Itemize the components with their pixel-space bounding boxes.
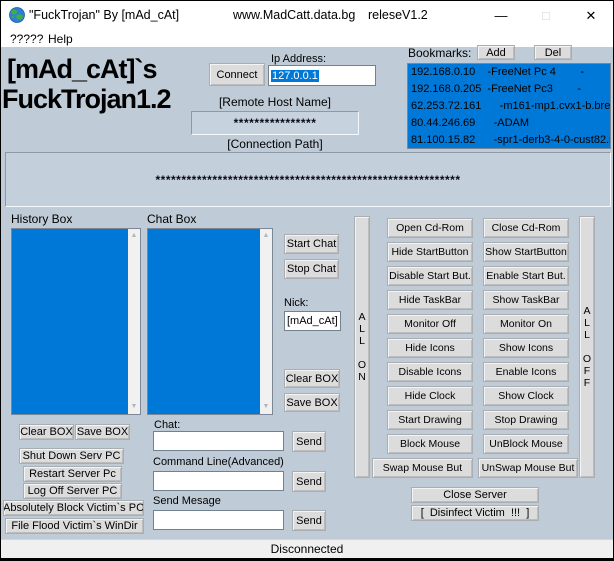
minimize-button[interactable]: — xyxy=(486,1,516,30)
title-bar: "FuckTrojan" By [mAd_cAt] www.MadCatt.da… xyxy=(1,1,613,30)
hide-clock-button[interactable]: Hide Clock xyxy=(387,386,473,406)
scroll-up-icon[interactable]: ▲ xyxy=(260,229,272,243)
show-clock-button[interactable]: Show Clock xyxy=(483,386,569,406)
window-title-url: www.MadCatt.data.bg xyxy=(233,8,355,22)
block-mouse-button[interactable]: Block Mouse xyxy=(387,434,473,454)
connection-path-value: ****************************************… xyxy=(155,173,460,187)
chat-send-button[interactable]: Send xyxy=(292,431,326,452)
swap-mouse-button[interactable]: Swap Mouse But xyxy=(372,458,473,478)
bookmark-item[interactable]: 192.168.0.205 -FreeNet Pc3 - xyxy=(408,81,610,98)
bookmarks-label: Bookmarks: xyxy=(408,46,471,60)
status-text: Disconnected xyxy=(271,542,344,556)
monitor-off-button[interactable]: Monitor Off xyxy=(387,314,473,334)
close-server-button[interactable]: Close Server xyxy=(411,487,539,503)
scroll-down-icon[interactable]: ▼ xyxy=(128,400,140,414)
bookmark-item[interactable]: 62.253.72.161 -m161-mp1.cvx1-b.bre xyxy=(408,98,610,115)
hide-icons-button[interactable]: Hide Icons xyxy=(387,338,473,358)
hide-startbutton-button[interactable]: Hide StartButton xyxy=(387,242,473,262)
command-line-input[interactable] xyxy=(153,471,284,491)
history-box[interactable]: ▲ ▼ xyxy=(11,228,141,415)
command-send-button[interactable]: Send xyxy=(292,471,326,492)
command-line-label: Command Line(Advanced) xyxy=(153,456,284,468)
message-send-button[interactable]: Send xyxy=(292,510,326,531)
bookmark-item[interactable]: 80.44.246.69 -ADAM xyxy=(408,115,610,132)
app-window: "FuckTrojan" By [mAd_cAt] www.MadCatt.da… xyxy=(0,0,614,561)
disable-icons-button[interactable]: Disable Icons xyxy=(387,362,473,382)
chat-box-label: Chat Box xyxy=(147,212,196,226)
ip-address-input[interactable]: 127.0.0.1 xyxy=(268,65,376,86)
chat-input[interactable] xyxy=(153,431,284,451)
start-drawing-button[interactable]: Start Drawing xyxy=(387,410,473,430)
history-box-label: History Box xyxy=(11,212,72,226)
enable-start-button[interactable]: Enable Start But. xyxy=(483,266,569,286)
nick-label: Nick: xyxy=(284,297,308,309)
bookmark-item[interactable]: 81.100.15.82 -spr1-derb3-4-0-cust82.r xyxy=(408,132,610,149)
send-message-label: Send Mesage xyxy=(153,495,221,507)
menu-bar: ????? Help xyxy=(1,30,613,47)
logo-line2: FuckTrojan1.2 xyxy=(2,84,171,115)
start-chat-button[interactable]: Start Chat xyxy=(284,234,339,254)
window-title: "FuckTrojan" By [mAd_cAt] xyxy=(29,8,179,22)
disinfect-victim-button[interactable]: [ Disinfect Victim !!! ] xyxy=(411,505,539,521)
history-clear-box-button[interactable]: Clear BOX xyxy=(19,424,74,440)
logo-line1: [mAd_cAt]`s xyxy=(7,54,157,85)
unswap-mouse-button[interactable]: UnSwap Mouse But xyxy=(478,458,578,478)
show-taskbar-button[interactable]: Show TaskBar xyxy=(483,290,569,310)
status-bar: Disconnected xyxy=(1,539,613,558)
send-message-input[interactable] xyxy=(153,510,284,530)
all-on-button[interactable]: A L L O N xyxy=(354,216,370,478)
stop-drawing-button[interactable]: Stop Drawing xyxy=(483,410,569,430)
chat-input-label: Chat: xyxy=(154,419,180,431)
restart-server-button[interactable]: Restart Server Pc xyxy=(23,466,122,482)
nick-input[interactable]: [mAd_cAt] xyxy=(284,311,341,331)
block-victim-pc-button[interactable]: Absolutely Block Victim`s PC xyxy=(3,500,144,516)
open-cdrom-button[interactable]: Open Cd-Rom xyxy=(387,218,473,238)
all-off-button[interactable]: A L L O F F xyxy=(579,216,595,478)
disable-start-button[interactable]: Disable Start But. xyxy=(387,266,473,286)
show-icons-button[interactable]: Show Icons xyxy=(483,338,569,358)
stop-chat-button[interactable]: Stop Chat xyxy=(284,259,339,279)
remote-host-field: **************** xyxy=(191,111,359,135)
show-startbutton-button[interactable]: Show StartButton xyxy=(483,242,569,262)
shutdown-server-button[interactable]: Shut Down Serv PC xyxy=(19,448,124,464)
chat-box[interactable]: ▲ ▼ xyxy=(147,228,273,415)
bookmark-del-button[interactable]: Del xyxy=(534,45,572,60)
connection-path-label: [Connection Path] xyxy=(227,137,322,151)
bookmarks-list: 192.168.0.10 -FreeNet Pc 4 - 192.168.0.2… xyxy=(407,63,611,149)
close-button[interactable]: ✕ xyxy=(576,1,606,30)
connection-path-field: ****************************************… xyxy=(5,152,611,207)
chat-clear-box-button[interactable]: Clear BOX xyxy=(284,369,340,388)
enable-icons-button[interactable]: Enable Icons xyxy=(483,362,569,382)
history-scrollbar[interactable]: ▲ ▼ xyxy=(128,229,140,414)
hide-taskbar-button[interactable]: Hide TaskBar xyxy=(387,290,473,310)
monitor-on-button[interactable]: Monitor On xyxy=(483,314,569,334)
ip-address-selected-text: 127.0.0.1 xyxy=(271,70,319,82)
scroll-up-icon[interactable]: ▲ xyxy=(128,229,140,243)
menu-item-help[interactable]: Help xyxy=(48,31,73,47)
remote-host-label: [Remote Host Name] xyxy=(219,95,331,109)
close-cdrom-button[interactable]: Close Cd-Rom xyxy=(483,218,569,238)
connect-button[interactable]: Connect xyxy=(209,63,265,86)
bookmark-item[interactable]: 192.168.0.10 -FreeNet Pc 4 - xyxy=(408,64,610,81)
history-save-box-button[interactable]: Save BOX xyxy=(75,424,130,440)
file-flood-windir-button[interactable]: File Flood Victim`s WinDir xyxy=(5,518,144,534)
chat-scrollbar[interactable]: ▲ ▼ xyxy=(260,229,272,414)
logoff-server-button[interactable]: Log Off Server PC xyxy=(23,483,122,499)
bookmark-add-button[interactable]: Add xyxy=(477,45,515,60)
menu-item-unknown[interactable]: ????? xyxy=(10,31,43,47)
scroll-down-icon[interactable]: ▼ xyxy=(260,400,272,414)
chat-save-box-button[interactable]: Save BOX xyxy=(284,393,340,412)
remote-host-value: **************** xyxy=(234,116,317,130)
globe-icon xyxy=(9,7,25,23)
window-title-release: releseV1.2 xyxy=(368,8,428,22)
ip-address-label: Ip Address: xyxy=(271,53,326,65)
unblock-mouse-button[interactable]: UnBlock Mouse xyxy=(483,434,569,454)
maximize-button[interactable]: □ xyxy=(531,1,561,30)
